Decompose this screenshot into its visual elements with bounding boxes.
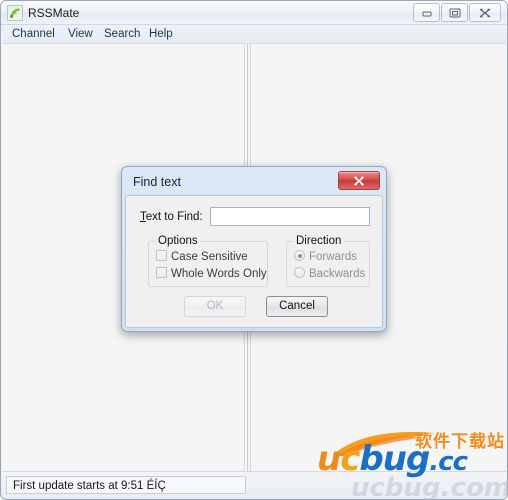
text-to-find-label-rest: ext to Find:	[145, 211, 203, 223]
checkbox-case-sensitive-label: Case Sensitive	[171, 251, 248, 263]
window-title: RSSMate	[28, 6, 80, 20]
minimize-button[interactable]	[413, 3, 440, 22]
radio-backwards-circle[interactable]	[294, 267, 305, 278]
dialog-title-bar: Find text	[125, 170, 383, 196]
direction-group-title: Direction	[293, 235, 345, 247]
menu-item-help[interactable]: Help	[145, 27, 177, 42]
options-group-title: Options	[155, 235, 201, 247]
radio-backwards[interactable]: Backwards	[294, 267, 365, 282]
menu-item-search[interactable]: Search	[100, 27, 144, 42]
menu-item-view[interactable]: View	[64, 27, 97, 42]
dialog-body: Text to Find: Options Case Sensitive Who…	[125, 195, 383, 328]
application-window: RSSMate Channel View Search Help First u…	[0, 0, 508, 500]
maximize-button[interactable]	[441, 3, 468, 22]
title-bar: RSSMate	[1, 1, 507, 25]
radio-backwards-label: Backwards	[309, 268, 366, 280]
direction-group: Direction Forwards Backwards	[286, 235, 370, 287]
dialog-title: Find text	[133, 175, 181, 189]
checkbox-case-sensitive-box[interactable]	[156, 250, 167, 261]
find-text-dialog: Find text Text to Find: Options Case Sen…	[121, 166, 387, 332]
cancel-button[interactable]: Cancel	[266, 296, 328, 317]
checkbox-whole-words-only-label: Whole Words Only	[171, 268, 267, 280]
menu-bar: Channel View Search Help	[2, 25, 506, 44]
rss-signal-icon	[7, 5, 23, 21]
status-bar: First update starts at 9:51 ÉÍÇ	[2, 471, 506, 498]
menu-item-channel[interactable]: Channel	[8, 27, 59, 42]
checkbox-whole-words-only-box[interactable]	[156, 267, 167, 278]
checkbox-case-sensitive[interactable]: Case Sensitive	[156, 250, 248, 265]
status-message: First update starts at 9:51 ÉÍÇ	[6, 476, 246, 494]
text-to-find-label: Text to Find:	[140, 211, 203, 223]
checkbox-whole-words-only[interactable]: Whole Words Only	[156, 267, 267, 282]
radio-forwards-circle[interactable]	[294, 250, 305, 261]
dialog-close-button[interactable]	[338, 171, 380, 190]
ok-button[interactable]: OK	[184, 296, 246, 317]
radio-forwards[interactable]: Forwards	[294, 250, 357, 265]
text-to-find-input[interactable]	[210, 207, 370, 226]
close-button[interactable]	[469, 3, 501, 22]
radio-forwards-label: Forwards	[309, 251, 357, 263]
options-group: Options Case Sensitive Whole Words Only	[148, 235, 268, 287]
